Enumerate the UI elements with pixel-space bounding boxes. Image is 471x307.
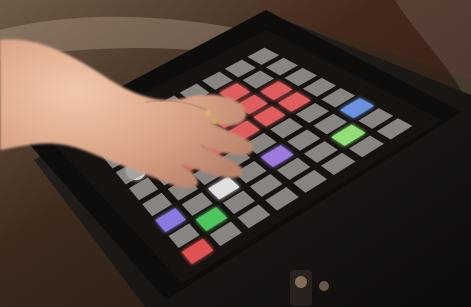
ring-1 bbox=[204, 109, 212, 117]
hardware-knob bbox=[295, 276, 307, 288]
photo bbox=[0, 0, 471, 307]
scene bbox=[0, 0, 471, 307]
ring-2 bbox=[212, 118, 218, 124]
hardware-knob-2 bbox=[319, 281, 329, 291]
